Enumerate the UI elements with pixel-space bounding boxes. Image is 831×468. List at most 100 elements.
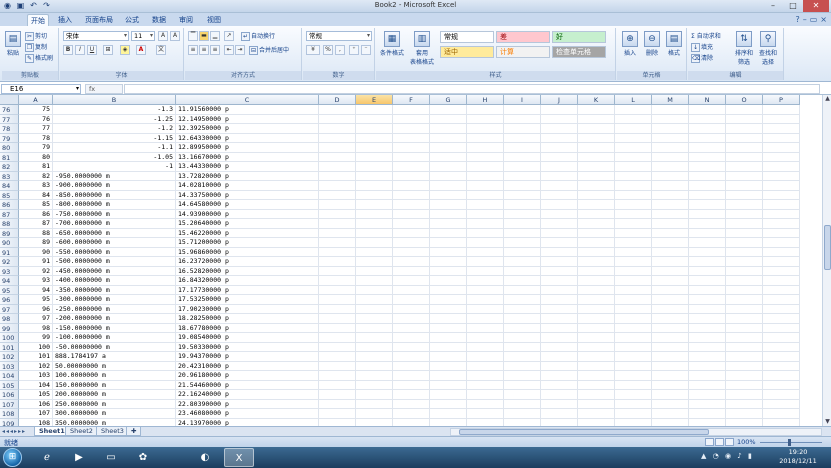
cell[interactable] <box>319 190 356 200</box>
cell[interactable]: -150.0000000 m <box>53 323 176 333</box>
cell[interactable] <box>689 247 726 257</box>
cell[interactable] <box>689 409 726 419</box>
cell[interactable] <box>726 105 763 115</box>
cell[interactable] <box>467 162 504 172</box>
row-header[interactable]: 100 <box>0 333 19 343</box>
cell[interactable] <box>356 257 393 267</box>
cell[interactable] <box>615 323 652 333</box>
cell[interactable]: 94 <box>19 285 53 295</box>
cell[interactable] <box>763 228 800 238</box>
cell[interactable] <box>615 143 652 153</box>
cell[interactable] <box>652 162 689 172</box>
cell[interactable]: -1.3 <box>53 105 176 115</box>
cell[interactable]: 98 <box>19 323 53 333</box>
cell[interactable] <box>652 266 689 276</box>
cell[interactable] <box>467 371 504 381</box>
cell[interactable]: 81 <box>19 162 53 172</box>
cell[interactable] <box>319 399 356 409</box>
row-header[interactable]: 86 <box>0 200 19 210</box>
cell[interactable] <box>615 190 652 200</box>
cell[interactable] <box>467 333 504 343</box>
cell[interactable] <box>689 285 726 295</box>
grow-font-button[interactable]: A <box>158 31 168 41</box>
cell[interactable]: 100.0000000 m <box>53 371 176 381</box>
cell[interactable] <box>652 190 689 200</box>
cell[interactable]: 91 <box>19 257 53 267</box>
cell[interactable]: 350.0000000 m <box>53 418 176 426</box>
cell[interactable] <box>763 200 800 210</box>
cell[interactable] <box>726 247 763 257</box>
cell[interactable] <box>652 209 689 219</box>
taskbar-excel[interactable]: X <box>224 448 254 467</box>
scroll-down-arrow-icon[interactable]: ▼ <box>823 418 831 426</box>
cell[interactable] <box>652 323 689 333</box>
cell[interactable] <box>652 257 689 267</box>
cell[interactable]: 15.20640000 p <box>176 219 319 229</box>
cell[interactable] <box>578 133 615 143</box>
cell[interactable] <box>578 105 615 115</box>
cell[interactable] <box>393 295 430 305</box>
cell[interactable] <box>430 228 467 238</box>
cell[interactable] <box>504 219 541 229</box>
tab-formulas[interactable]: 公式 <box>122 14 142 26</box>
cell[interactable] <box>578 200 615 210</box>
cell[interactable] <box>430 361 467 371</box>
cell[interactable]: -50.00000000 m <box>53 342 176 352</box>
cell[interactable] <box>541 409 578 419</box>
cut-button[interactable]: ✂ 剪切 <box>25 31 47 41</box>
cell[interactable] <box>467 314 504 324</box>
format-cells-button[interactable]: ▤ 格式 <box>665 31 683 57</box>
page-break-view-button[interactable] <box>725 438 734 446</box>
column-header-f[interactable]: F <box>393 95 430 105</box>
cell[interactable] <box>726 285 763 295</box>
row-header[interactable]: 109 <box>0 418 19 426</box>
cell[interactable] <box>689 266 726 276</box>
cell[interactable]: -1.1 <box>53 143 176 153</box>
cell[interactable] <box>319 257 356 267</box>
cell[interactable]: -350.0000000 m <box>53 285 176 295</box>
cell[interactable] <box>689 143 726 153</box>
row-header[interactable]: 80 <box>0 143 19 153</box>
cell[interactable]: -450.0000000 m <box>53 266 176 276</box>
cell[interactable]: 84 <box>19 190 53 200</box>
cell[interactable] <box>393 352 430 362</box>
cell[interactable] <box>430 152 467 162</box>
cell[interactable] <box>763 219 800 229</box>
cell[interactable] <box>504 314 541 324</box>
cell[interactable] <box>430 276 467 286</box>
cell[interactable] <box>356 342 393 352</box>
cell[interactable]: 77 <box>19 124 53 134</box>
cell[interactable]: -400.0000000 m <box>53 276 176 286</box>
cell[interactable] <box>689 333 726 343</box>
tab-view[interactable]: 视图 <box>204 14 224 26</box>
cell[interactable] <box>319 200 356 210</box>
cell[interactable]: 19.50330000 p <box>176 342 319 352</box>
tab-data[interactable]: 数据 <box>149 14 169 26</box>
cell[interactable] <box>430 209 467 219</box>
find-select-button[interactable]: ⚲ 查找和 选择 <box>758 31 778 66</box>
cell[interactable] <box>467 105 504 115</box>
row-header[interactable]: 108 <box>0 409 19 419</box>
cell[interactable] <box>319 247 356 257</box>
increase-indent-button[interactable]: ⇥ <box>235 45 245 55</box>
font-color-button[interactable]: A <box>136 45 146 55</box>
cell[interactable] <box>430 323 467 333</box>
cell[interactable] <box>393 266 430 276</box>
cell[interactable] <box>430 314 467 324</box>
cell[interactable] <box>319 114 356 124</box>
cell[interactable] <box>467 190 504 200</box>
row-header[interactable]: 92 <box>0 257 19 267</box>
cell[interactable] <box>393 257 430 267</box>
cell[interactable] <box>319 380 356 390</box>
cell[interactable] <box>504 124 541 134</box>
cell[interactable]: 20.42310000 p <box>176 361 319 371</box>
cell[interactable] <box>541 371 578 381</box>
cell[interactable] <box>356 152 393 162</box>
cell[interactable]: 12.14950000 p <box>176 114 319 124</box>
cell[interactable] <box>652 133 689 143</box>
cell[interactable] <box>504 323 541 333</box>
wrap-text-button[interactable]: ↵ 自动换行 <box>241 31 275 41</box>
cell[interactable] <box>652 276 689 286</box>
cell[interactable] <box>393 323 430 333</box>
cell[interactable] <box>763 162 800 172</box>
